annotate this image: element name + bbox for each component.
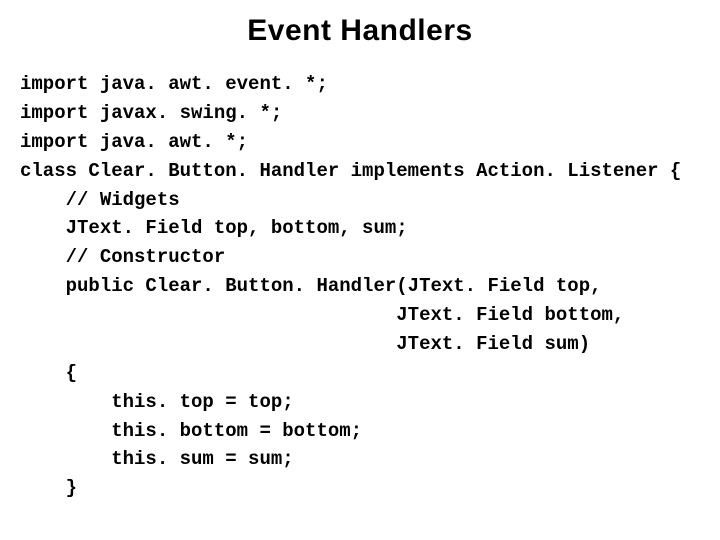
code-line: JText. Field top, bottom, sum; xyxy=(20,217,408,239)
code-line: // Widgets xyxy=(20,189,180,211)
code-line: import java. awt. *; xyxy=(20,131,248,153)
slide-title: Event Handlers xyxy=(20,14,700,48)
code-line: this. sum = sum; xyxy=(20,448,294,470)
code-line: // Constructor xyxy=(20,246,225,268)
code-line: { xyxy=(20,362,77,384)
code-block: import java. awt. event. *; import javax… xyxy=(20,70,700,503)
code-line: import javax. swing. *; xyxy=(20,102,282,124)
code-line: class Clear. Button. Handler implements … xyxy=(20,160,681,182)
code-line: this. top = top; xyxy=(20,391,294,413)
code-line: public Clear. Button. Handler(JText. Fie… xyxy=(20,275,602,297)
code-line: JText. Field bottom, xyxy=(20,304,624,326)
code-line: } xyxy=(20,477,77,499)
code-line: JText. Field sum) xyxy=(20,333,590,355)
code-line: this. bottom = bottom; xyxy=(20,420,362,442)
code-line: import java. awt. event. *; xyxy=(20,73,328,95)
